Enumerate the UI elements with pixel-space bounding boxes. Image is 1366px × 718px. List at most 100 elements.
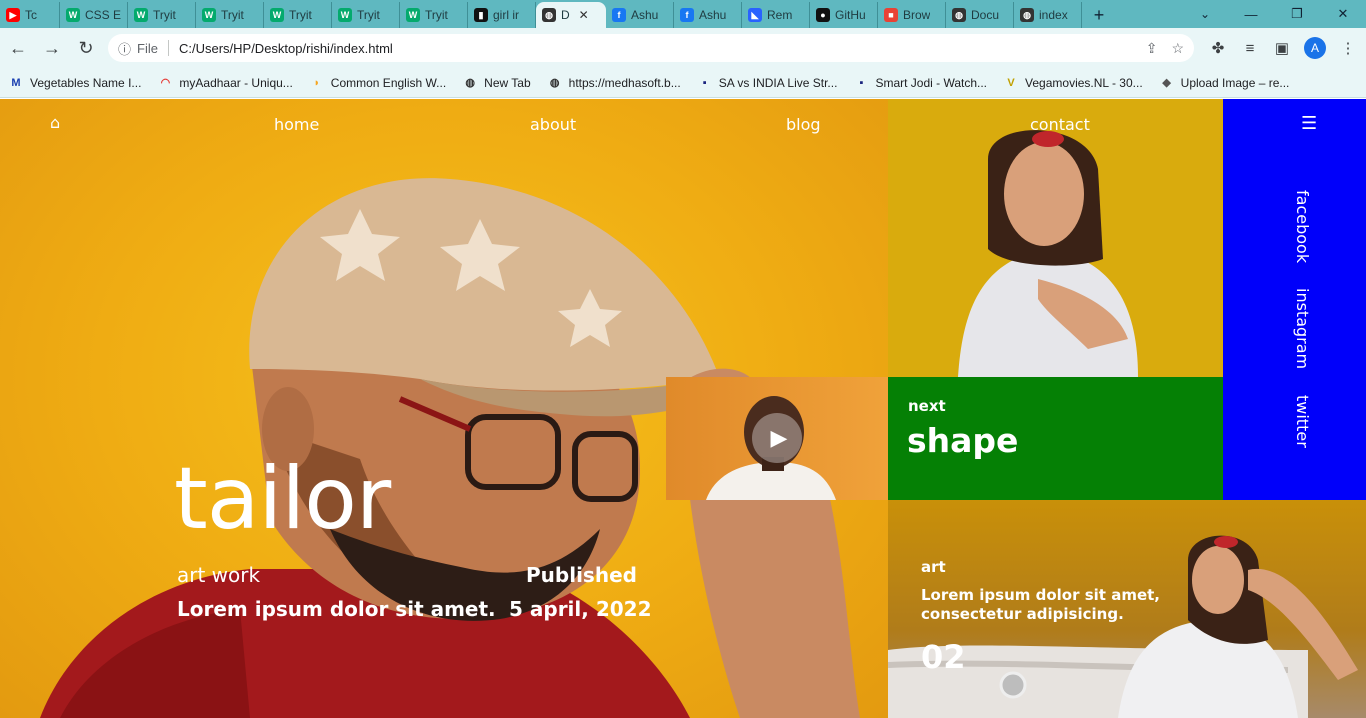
tab-14[interactable]: ◍ Docu [946,2,1014,28]
vegamovies-icon: V [1007,76,1015,89]
bookmark-label: Vegamovies.NL - 30... [1025,75,1143,90]
unsplash-icon: ▮ [474,8,488,22]
next-title: shape [907,421,1019,460]
tab-3[interactable]: W Tryit [196,2,264,28]
tab-8[interactable]: ◍ D ✕ [536,2,606,28]
browser-toolbar: ← → ↻ ⓘ File C:/Users/HP/Desktop/rishi/i… [0,28,1366,68]
w3schools-icon: W [338,8,352,22]
tab-1[interactable]: W CSS E [60,2,128,28]
media-icon[interactable]: ≡ [1234,32,1266,64]
minimize-icon[interactable]: — [1228,0,1274,28]
forward-icon[interactable]: → [36,32,68,64]
globe-icon: ◍ [952,8,966,22]
bookmark-8[interactable]: ◆ Upload Image – re... [1159,75,1290,91]
restore-icon[interactable]: ❐ [1274,0,1320,28]
bookmark-5[interactable]: ▪ SA vs INDIA Live Str... [697,75,838,91]
github-icon: ● [816,8,830,22]
tab-6[interactable]: W Tryit [400,2,468,28]
reload-icon[interactable]: ↻ [70,32,102,64]
extensions-icon[interactable]: ✤ [1202,32,1234,64]
bookmark-4[interactable]: ◍ https://medhasoft.b... [547,75,681,91]
bookmark-label: New Tab [484,75,531,90]
bookmark-3[interactable]: ◍ New Tab [462,75,530,91]
tab-2[interactable]: W Tryit [128,2,196,28]
bookmark-2[interactable]: ◗ Common English W... [309,75,446,91]
channel-icon: ▪ [859,76,864,89]
bookmark-label: https://medhasoft.b... [568,75,681,90]
tab-12[interactable]: ● GitHu [810,2,878,28]
new-tab-button[interactable]: + [1082,2,1116,28]
girl-portrait-image [888,99,1223,377]
hero-description: Lorem ipsum dolor sit amet. [177,597,496,621]
share-icon[interactable]: ⇪ [1146,40,1158,57]
nav-about[interactable]: about [530,115,576,134]
back-icon[interactable]: ← [2,32,34,64]
nav-blog[interactable]: blog [786,115,821,134]
social-facebook[interactable]: facebook [1293,190,1312,263]
multicolor-icon: ■ [884,8,898,22]
bookmark-label: Vegetables Name I... [30,75,142,90]
tab-13[interactable]: ■ Brow [878,2,946,28]
nav-contact[interactable]: contact [1030,115,1090,134]
globe-icon: ◍ [1020,8,1034,22]
tab-5[interactable]: W Tryit [332,2,400,28]
social-twitter[interactable]: twitter [1293,395,1312,448]
upload-icon: ◆ [1162,77,1171,89]
bookmark-0[interactable]: M Vegetables Name I... [8,75,141,91]
play-button[interactable]: ▶ [752,413,802,463]
globe-icon: ◍ [549,77,560,89]
tab-10[interactable]: f Ashu [674,2,742,28]
art-number: 02 [921,638,966,676]
w3schools-icon: W [270,8,284,22]
tab-11[interactable]: ◣ Rem [742,2,810,28]
tab-15[interactable]: ◍ index [1014,2,1082,28]
home-icon[interactable]: ⌂ [50,113,60,132]
bookmark-7[interactable]: V Vegamovies.NL - 30... [1003,75,1143,91]
art-tile[interactable]: art Lorem ipsum dolor sit amet, consecte… [888,500,1366,718]
bookmark-label: myAadhaar - Uniqu... [179,75,293,90]
tab-label: Tryit [221,8,244,22]
hamburger-menu-icon[interactable]: ☰ [1301,113,1317,134]
art-label: art [921,558,946,576]
tab-search-icon[interactable]: ⌄ [1192,0,1218,28]
tab-label: Rem [767,8,793,22]
tab-strip: ▶ Tc W CSS E W Tryit W Tryit W Tryit W Tryit W Tryit ▮… [0,0,1366,28]
menu-kebab-icon[interactable]: ⋮ [1332,32,1364,64]
nav-home[interactable]: home [274,115,319,134]
tab-label: Tryit [153,8,176,22]
social-instagram[interactable]: instagram [1293,288,1312,369]
address-bar[interactable]: ⓘ File C:/Users/HP/Desktop/rishi/index.h… [108,34,1194,62]
url-text[interactable]: C:/Users/HP/Desktop/rishi/index.html [179,41,1132,56]
profile-avatar[interactable]: A [1304,37,1326,59]
channel-icon: ▪ [702,76,707,89]
tab-label: Brow [903,8,931,22]
tab-7[interactable]: ▮ girl ir [468,2,536,28]
w3schools-icon: W [134,8,148,22]
next-tile[interactable]: next shape [888,377,1223,500]
globe-icon: ◍ [465,77,475,89]
side-panel-icon[interactable]: ▣ [1266,32,1298,64]
w3schools-icon: W [406,8,420,22]
tab-0[interactable]: ▶ Tc [0,2,60,28]
bookmark-label: SA vs INDIA Live Str... [718,75,838,90]
tab-4[interactable]: W Tryit [264,2,332,28]
play-icon: ▶ [770,425,788,451]
tab-label: D [561,8,570,22]
tab-label: Ashu [699,8,727,22]
bookmark-star-icon[interactable]: ☆ [1171,40,1184,57]
webpage: ⌂ home about blog tailor art work Lorem … [0,99,1366,718]
m-icon: M [11,76,21,89]
tab-label: Tryit [357,8,380,22]
remini-icon: ◣ [748,8,762,22]
site-info-icon[interactable]: ⓘ [118,39,131,58]
close-tab-icon[interactable]: ✕ [579,8,589,22]
tab-9[interactable]: f Ashu [606,2,674,28]
tab-label: Tryit [289,8,312,22]
tab-label: Tc [25,8,37,22]
bookmark-1[interactable]: ◠ myAadhaar - Uniqu... [157,75,293,91]
tab-label: index [1039,8,1068,22]
bookmark-6[interactable]: ▪ Smart Jodi - Watch... [853,75,987,91]
hero-subtitle: art work [177,563,261,587]
bookmark-label: Upload Image – re... [1180,75,1290,90]
close-window-icon[interactable]: ✕ [1320,0,1366,28]
